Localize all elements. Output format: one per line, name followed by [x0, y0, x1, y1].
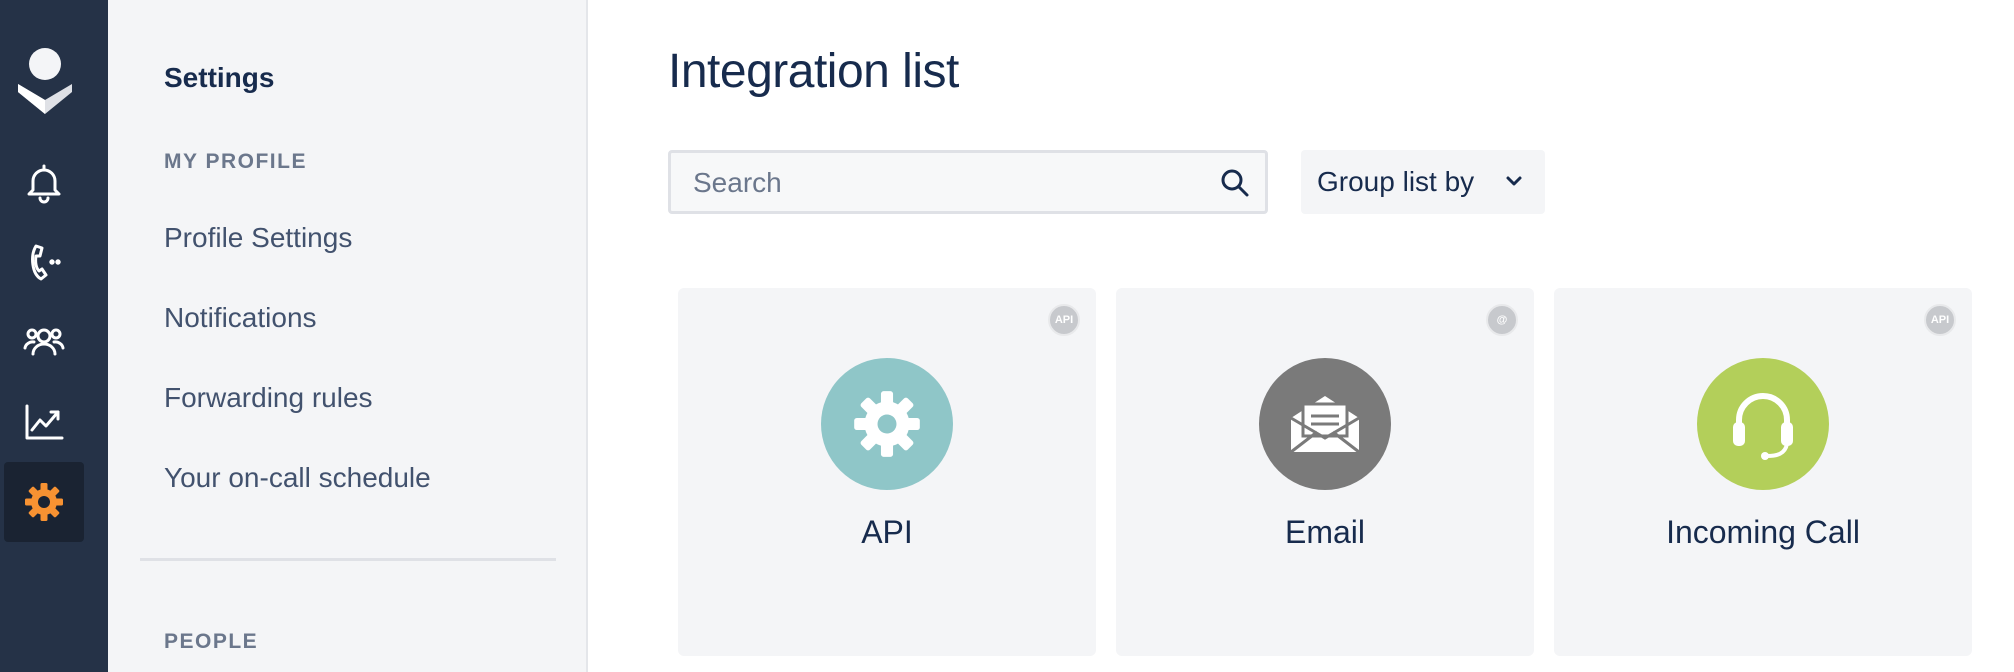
rail-settings-button[interactable]: [4, 462, 84, 542]
integration-type-badge: API: [1924, 304, 1956, 336]
sidebar-item-profile-settings[interactable]: Profile Settings: [164, 222, 352, 254]
integration-icon-circle: [821, 358, 953, 490]
sidebar-divider: [140, 558, 556, 561]
settings-sidebar: Settings MY PROFILE Profile Settings Not…: [108, 0, 588, 672]
sidebar-section-people: PEOPLE: [164, 630, 259, 653]
integration-icon-circle: [1697, 358, 1829, 490]
gear-icon: [854, 391, 920, 457]
rail-analytics-button[interactable]: [4, 382, 84, 462]
team-icon: [23, 328, 65, 356]
sidebar-section-my-profile: MY PROFILE: [164, 150, 307, 173]
integration-type-badge: API: [1048, 304, 1080, 336]
search-input[interactable]: [693, 165, 1193, 201]
integration-icon-circle: [1259, 358, 1391, 490]
rail-teams-button[interactable]: [4, 302, 84, 382]
rail-oncall-button[interactable]: [4, 222, 84, 302]
sidebar-item-oncall-schedule[interactable]: Your on-call schedule: [164, 462, 431, 494]
search-icon[interactable]: [1219, 167, 1251, 199]
bell-icon: [27, 164, 61, 204]
search-box: [668, 150, 1268, 214]
rail-alerts-button[interactable]: [4, 142, 84, 222]
integration-name: API: [861, 514, 913, 550]
envelope-icon: [1290, 396, 1360, 454]
integration-type-badge: @: [1486, 304, 1518, 336]
group-list-by-dropdown[interactable]: Group list by: [1301, 150, 1545, 214]
integration-name: Incoming Call: [1666, 514, 1860, 550]
sidebar-item-forwarding-rules[interactable]: Forwarding rules: [164, 382, 373, 414]
chart-icon: [25, 404, 64, 440]
sidebar-title: Settings: [164, 62, 275, 93]
integration-card-incoming-call[interactable]: API Incoming Call: [1554, 288, 1972, 656]
sidebar-item-notifications[interactable]: Notifications: [164, 302, 317, 334]
headset-icon: [1733, 393, 1793, 460]
icon-rail: [0, 0, 108, 672]
page-title: Integration list: [668, 45, 959, 98]
opsgenie-logo-icon[interactable]: [14, 46, 76, 118]
integration-card-api[interactable]: API API: [678, 288, 1096, 656]
gear-icon: [25, 483, 63, 521]
integration-card-email[interactable]: @ Email: [1116, 288, 1534, 656]
integration-name: Email: [1284, 514, 1365, 550]
main-content: Integration list Group list by API: [588, 0, 2014, 672]
group-list-by-label: Group list by: [1317, 166, 1475, 197]
phone-icon: [31, 244, 61, 281]
chevron-down-icon: [1506, 176, 1522, 186]
